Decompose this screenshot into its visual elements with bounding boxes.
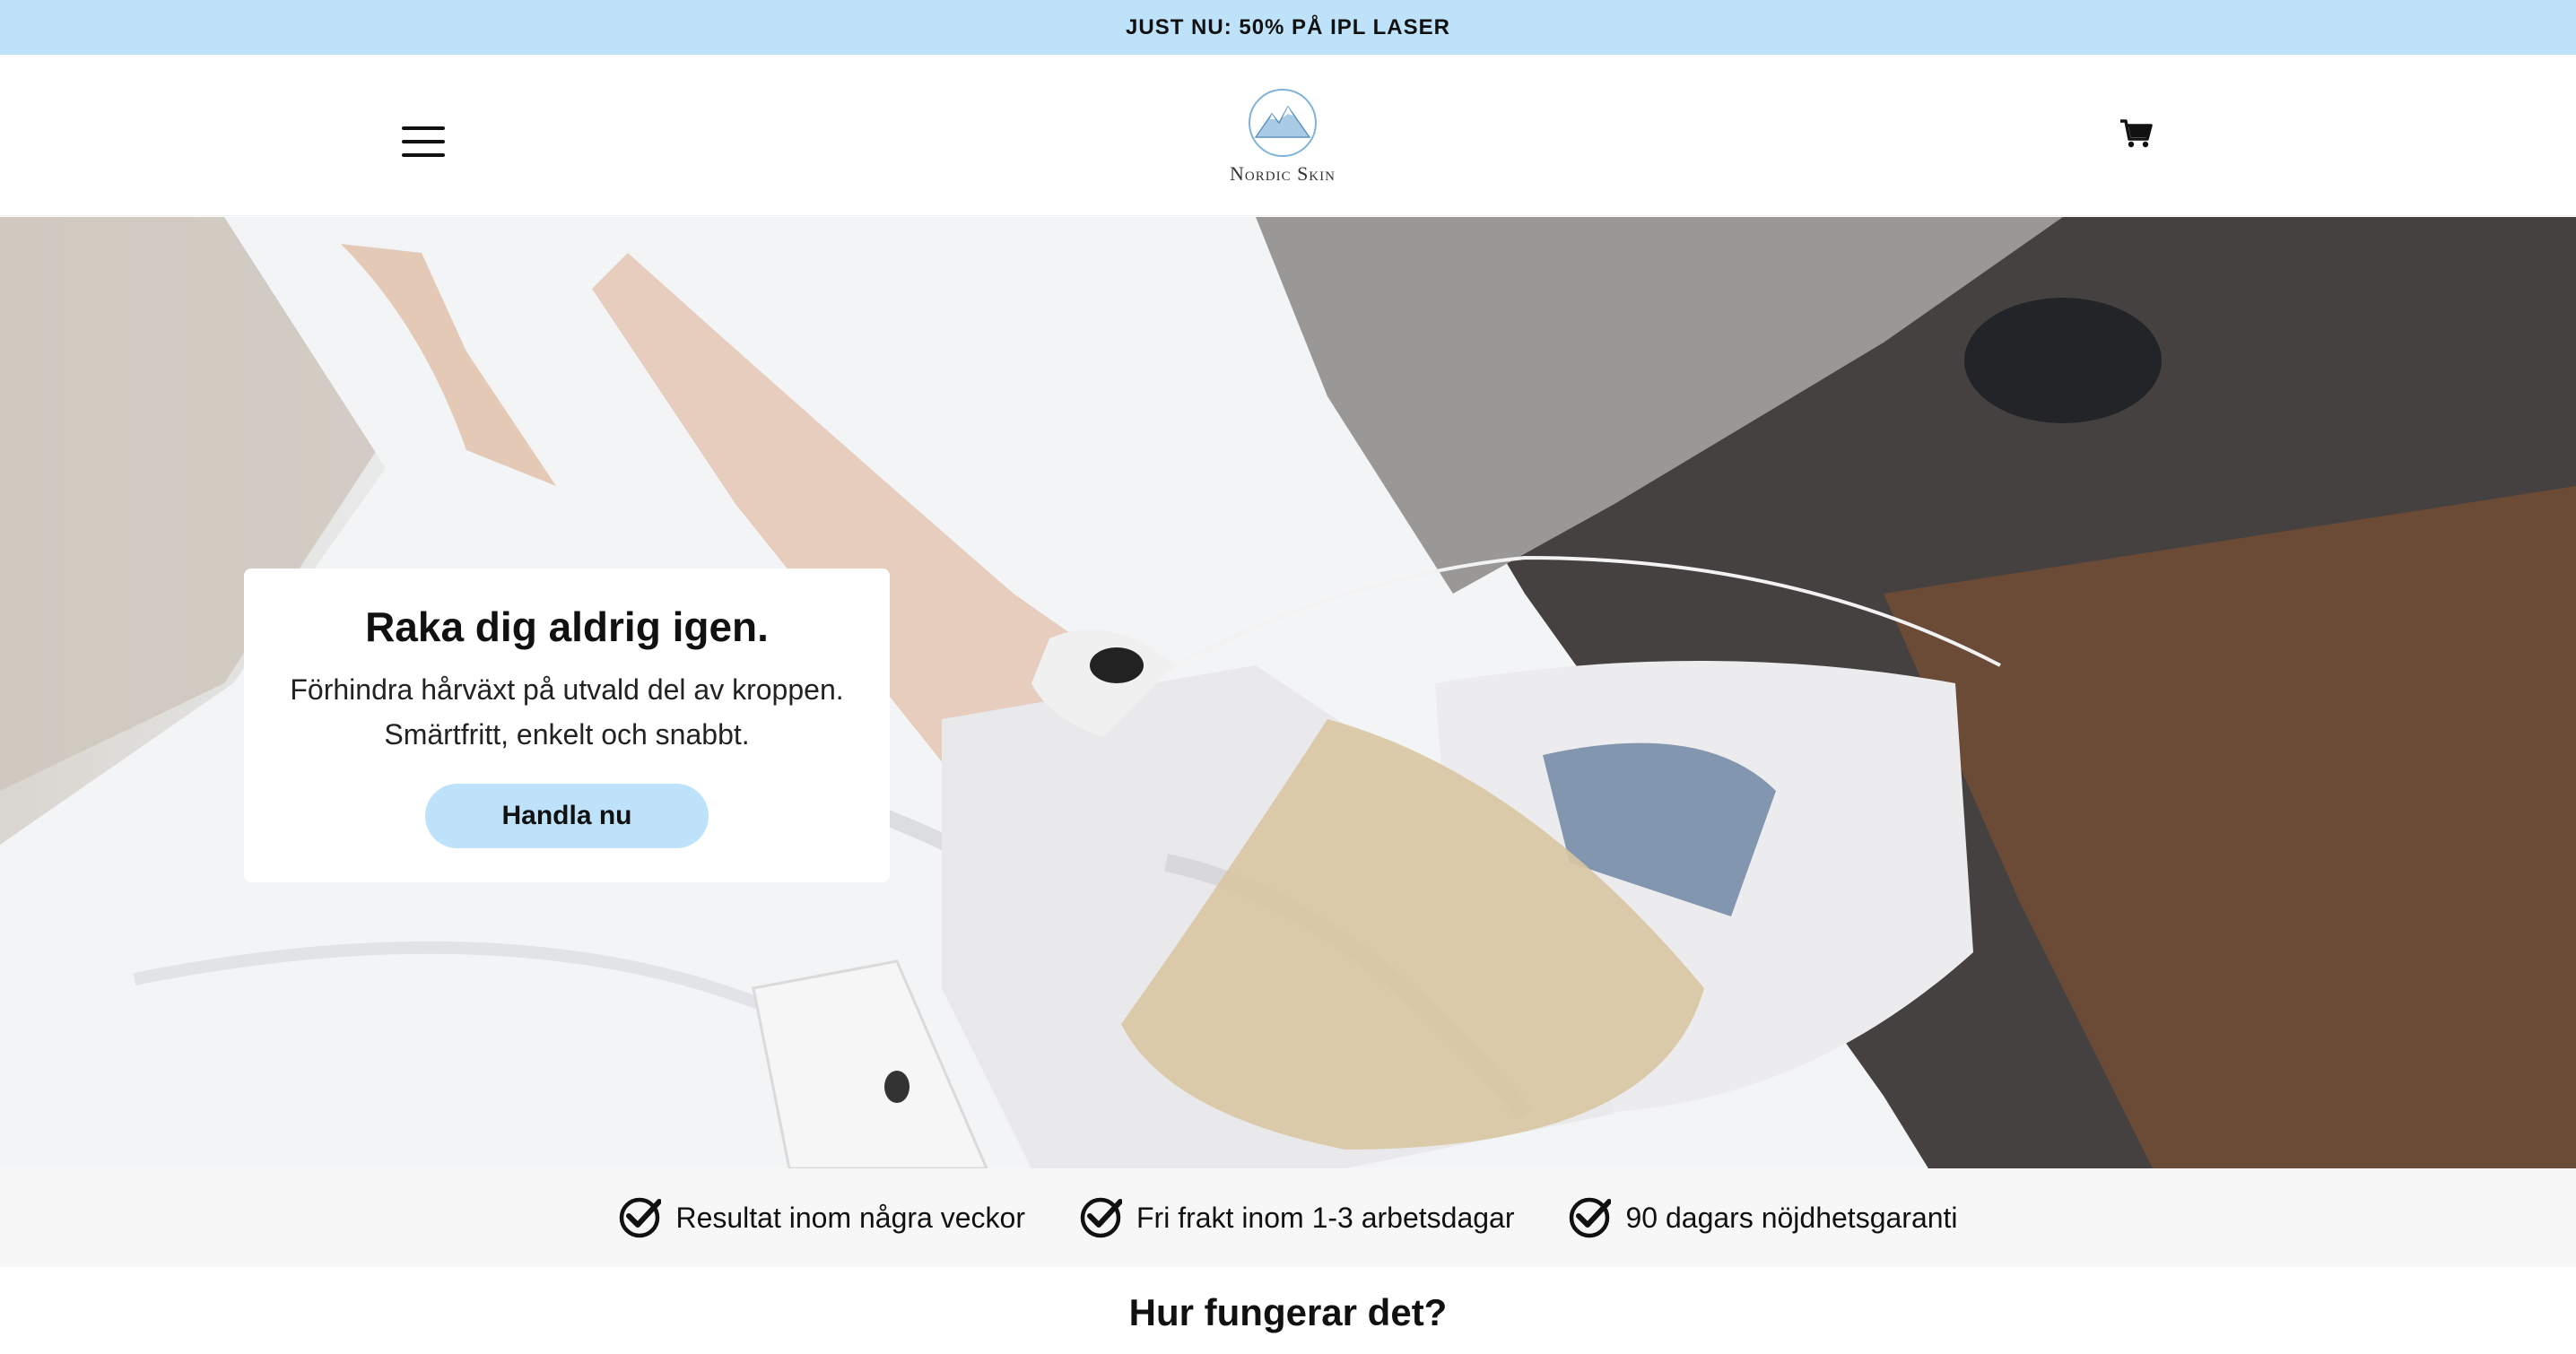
- cart-icon[interactable]: [2119, 117, 2154, 150]
- hamburger-menu-icon[interactable]: [402, 126, 445, 157]
- shop-now-button[interactable]: Handla nu: [425, 784, 709, 848]
- logo-text: Nordic Skin: [1230, 162, 1336, 185]
- feature-label: Fri frakt inom 1-3 arbetsdagar: [1136, 1201, 1515, 1234]
- feature-bar: Resultat inom några veckor Fri frakt ino…: [0, 1168, 2576, 1267]
- hero-title: Raka dig aldrig igen.: [365, 603, 769, 650]
- feature-item: Resultat inom några veckor: [618, 1196, 1025, 1239]
- logo[interactable]: Nordic Skin: [1202, 87, 1363, 195]
- announcement-bar: JUST NU: 50% PÅ IPL LASER: [0, 0, 2576, 55]
- feature-label: 90 dagars nöjdhetsgaranti: [1625, 1201, 1958, 1234]
- feature-item: 90 dagars nöjdhetsgaranti: [1568, 1196, 1958, 1239]
- hero-banner: Raka dig aldrig igen. Förhindra hårväxt …: [0, 217, 2576, 1168]
- feature-item: Fri frakt inom 1-3 arbetsdagar: [1079, 1196, 1515, 1239]
- check-circle-icon: [620, 1197, 662, 1238]
- check-circle-icon: [1570, 1197, 1612, 1238]
- site-header: Nordic Skin: [0, 55, 2576, 216]
- check-circle-icon: [1080, 1197, 1122, 1238]
- section-title: Hur fungerar det?: [1128, 1291, 1448, 1333]
- mountain-logo-icon: [1249, 89, 1317, 157]
- feature-label: Resultat inom några veckor: [675, 1201, 1025, 1234]
- announcement-text: JUST NU: 50% PÅ IPL LASER: [1126, 14, 1450, 39]
- hero-card: Raka dig aldrig igen. Förhindra hårväxt …: [244, 569, 890, 882]
- hero-text: Förhindra hårväxt på utvald del av kropp…: [290, 673, 844, 751]
